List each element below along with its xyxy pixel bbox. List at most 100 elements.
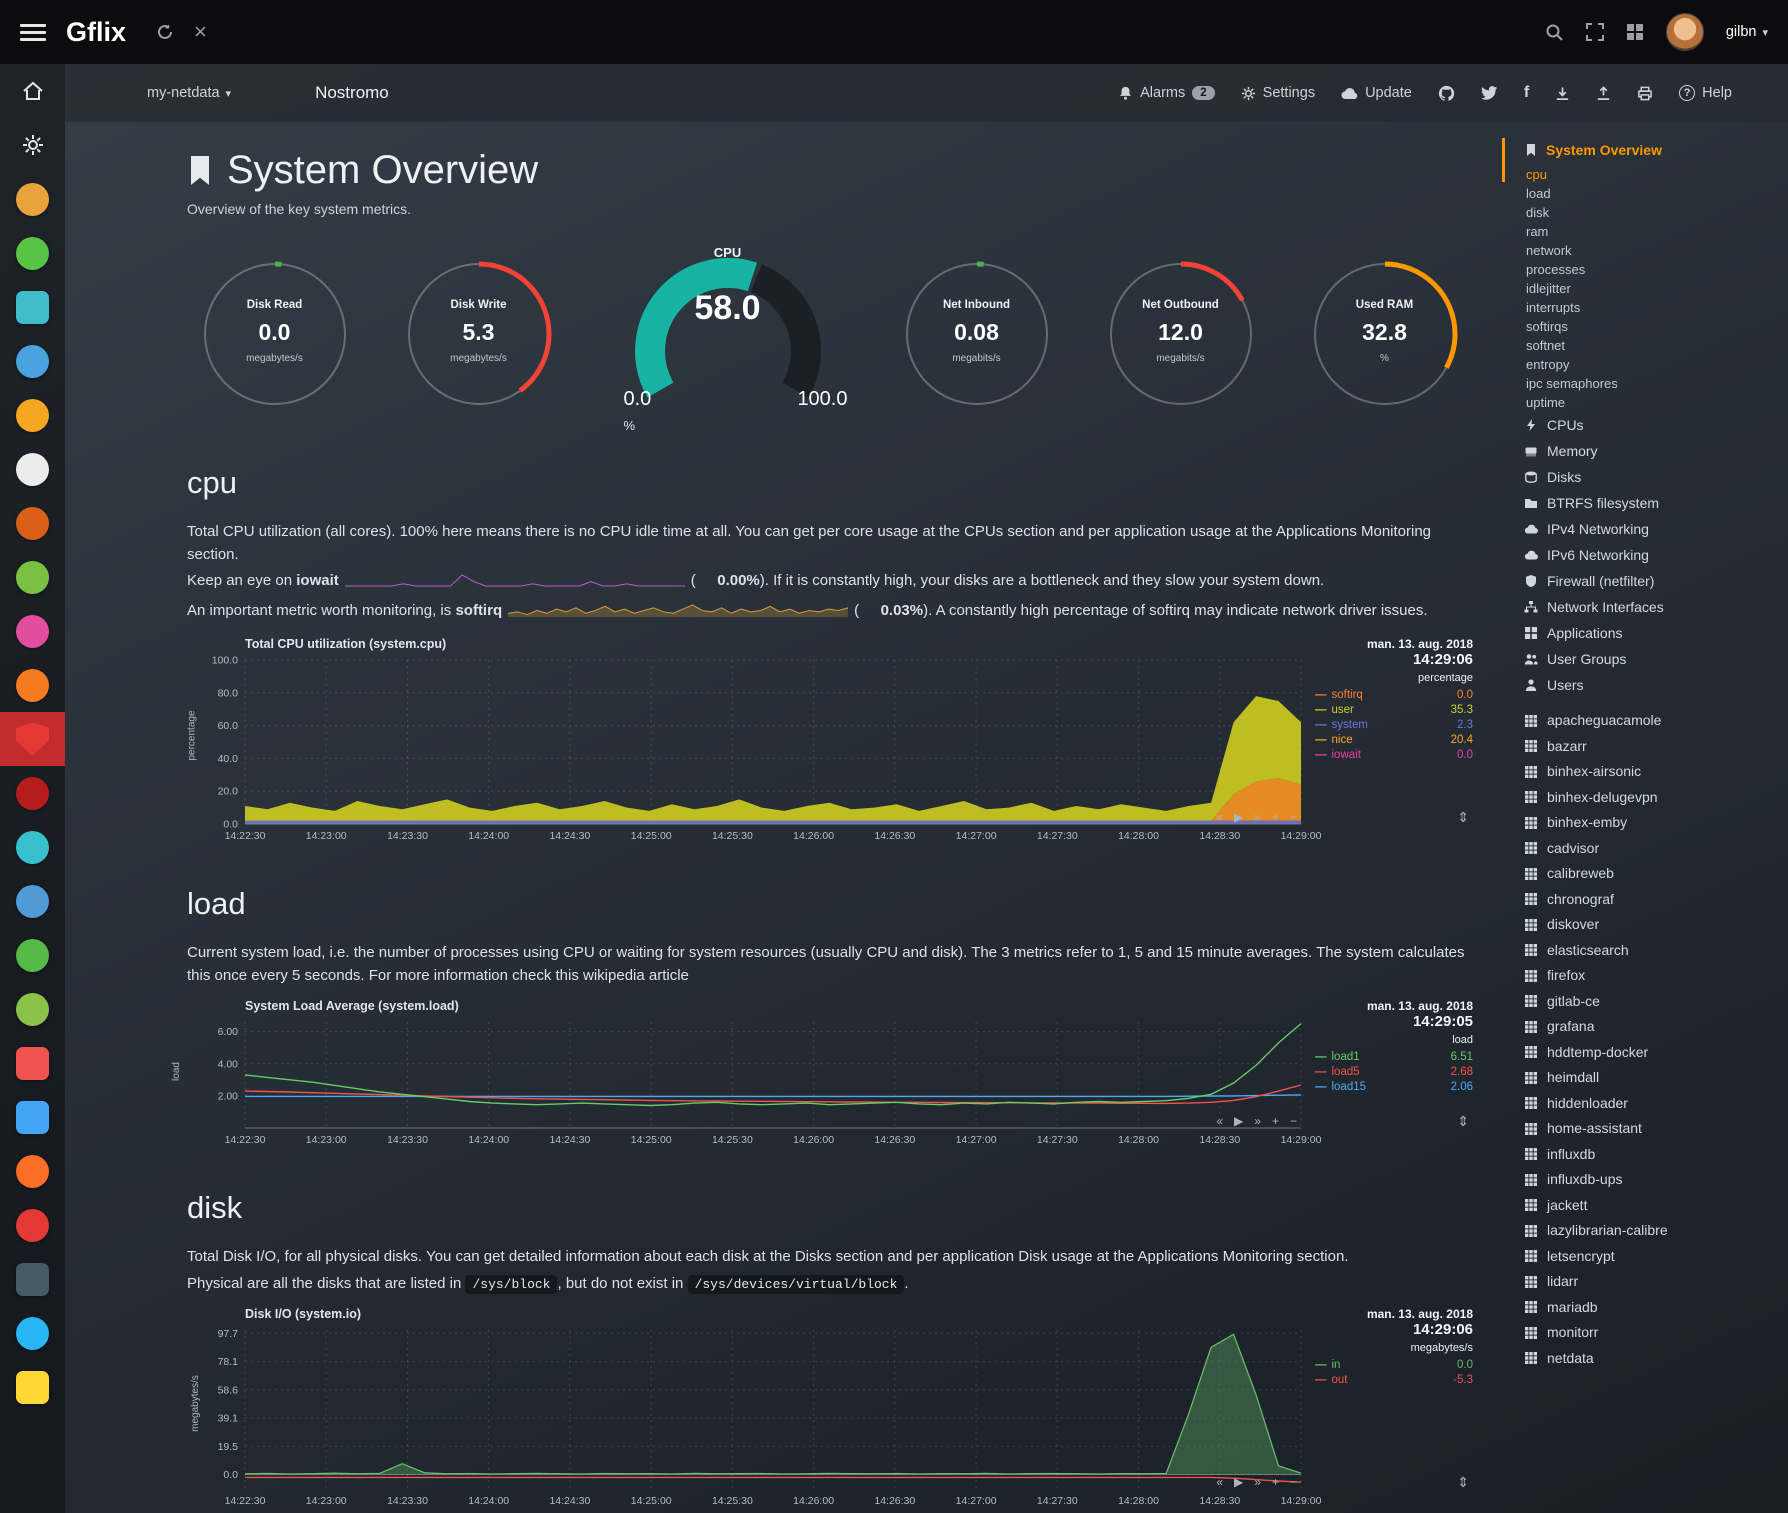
- menu-item-btrfs-filesystem[interactable]: BTRFS filesystem: [1524, 490, 1780, 516]
- legend-row[interactable]: —load16.51: [1315, 1050, 1473, 1065]
- play-button[interactable]: ▶: [1234, 810, 1243, 824]
- menu-item-home-assistant[interactable]: home-assistant: [1524, 1116, 1780, 1142]
- server-dropdown[interactable]: my-netdata▾: [147, 85, 231, 101]
- menu-item-netdata[interactable]: netdata: [1524, 1346, 1780, 1372]
- app-shortcut-icon[interactable]: [0, 1144, 65, 1198]
- menu-item-binhex-delugevpn[interactable]: binhex-delugevpn: [1524, 785, 1780, 811]
- menu-subitem-ram[interactable]: ram: [1524, 222, 1780, 241]
- menu-item-disks[interactable]: Disks: [1524, 464, 1780, 490]
- search-icon[interactable]: [1545, 23, 1564, 42]
- nav-update[interactable]: Update: [1341, 85, 1412, 101]
- app-shortcut-icon[interactable]: [0, 604, 65, 658]
- menu-item-monitorr[interactable]: monitorr: [1524, 1320, 1780, 1346]
- app-shortcut-icon[interactable]: [0, 550, 65, 604]
- app-shortcut-icon[interactable]: [0, 982, 65, 1036]
- menu-item-binhex-emby[interactable]: binhex-emby: [1524, 810, 1780, 836]
- menu-item-hddtemp-docker[interactable]: hddtemp-docker: [1524, 1040, 1780, 1066]
- avatar[interactable]: [1666, 13, 1704, 51]
- menu-subitem-entropy[interactable]: entropy: [1524, 355, 1780, 374]
- app-shortcut-icon[interactable]: [0, 334, 65, 388]
- nav-alarms[interactable]: Alarms 2: [1118, 85, 1215, 101]
- pan-left-button[interactable]: «: [1216, 1475, 1223, 1489]
- app-shortcut-icon[interactable]: [0, 1198, 65, 1252]
- menu-subitem-softirqs[interactable]: softirqs: [1524, 317, 1780, 336]
- app-shortcut-icon[interactable]: [0, 280, 65, 334]
- menu-subitem-softnet[interactable]: softnet: [1524, 336, 1780, 355]
- github-icon[interactable]: [1438, 85, 1455, 102]
- menu-item-firewall-netfilter-[interactable]: Firewall (netfilter): [1524, 568, 1780, 594]
- chart-resize-handle[interactable]: ⇕: [1457, 1474, 1469, 1491]
- menu-item-letsencrypt[interactable]: letsencrypt: [1524, 1244, 1780, 1270]
- legend-row[interactable]: —user35.3: [1315, 703, 1473, 718]
- zoom-out-button[interactable]: −: [1290, 1475, 1297, 1489]
- menu-item-users[interactable]: Users: [1524, 672, 1780, 698]
- app-shortcut-icon[interactable]: [0, 1036, 65, 1090]
- menu-item-lazylibrarian-calibre[interactable]: lazylibrarian-calibre: [1524, 1218, 1780, 1244]
- legend-row[interactable]: —iowait0.0: [1315, 748, 1473, 763]
- menu-item-chronograf[interactable]: chronograf: [1524, 887, 1780, 913]
- menu-item-memory[interactable]: Memory: [1524, 438, 1780, 464]
- zoom-out-button[interactable]: −: [1290, 1114, 1297, 1128]
- play-button[interactable]: ▶: [1234, 1114, 1243, 1128]
- zoom-out-button[interactable]: −: [1290, 810, 1297, 824]
- chart-resize-handle[interactable]: ⇕: [1457, 809, 1469, 826]
- menu-item-binhex-airsonic[interactable]: binhex-airsonic: [1524, 759, 1780, 785]
- menu-subitem-interrupts[interactable]: interrupts: [1524, 298, 1780, 317]
- chart-resize-handle[interactable]: ⇕: [1457, 1113, 1469, 1130]
- upload-icon[interactable]: [1596, 86, 1611, 101]
- app-shortcut-icon[interactable]: [0, 1360, 65, 1414]
- chart-canvas[interactable]: 14:22:3014:23:0014:23:3014:24:0014:24:30…: [187, 654, 1307, 844]
- menu-subitem-idlejitter[interactable]: idlejitter: [1524, 279, 1780, 298]
- app-shortcut-icon[interactable]: [0, 1252, 65, 1306]
- menu-item-lidarr[interactable]: lidarr: [1524, 1269, 1780, 1295]
- app-shortcut-icon[interactable]: [0, 928, 65, 982]
- pan-left-button[interactable]: «: [1216, 810, 1223, 824]
- menu-item-bazarr[interactable]: bazarr: [1524, 734, 1780, 760]
- menu-item-network-interfaces[interactable]: Network Interfaces: [1524, 594, 1780, 620]
- home-icon[interactable]: [0, 64, 65, 118]
- app-shortcut-icon[interactable]: [0, 874, 65, 928]
- menu-item-heimdall[interactable]: heimdall: [1524, 1065, 1780, 1091]
- menu-item-influxdb[interactable]: influxdb: [1524, 1142, 1780, 1168]
- menu-item-user-groups[interactable]: User Groups: [1524, 646, 1780, 672]
- zoom-in-button[interactable]: +: [1272, 1475, 1279, 1489]
- menu-item-firefox[interactable]: firefox: [1524, 963, 1780, 989]
- legend-row[interactable]: —load52.68: [1315, 1065, 1473, 1080]
- menu-item-ipv4-networking[interactable]: IPv4 Networking: [1524, 516, 1780, 542]
- user-menu[interactable]: gilbn ▾: [1726, 24, 1768, 40]
- menu-item-gitlab-ce[interactable]: gitlab-ce: [1524, 989, 1780, 1015]
- menu-item-system-overview[interactable]: System Overview: [1524, 140, 1780, 165]
- app-shortcut-icon[interactable]: [0, 1090, 65, 1144]
- menu-item-cpus[interactable]: CPUs: [1524, 412, 1780, 438]
- app-shortcut-icon[interactable]: [0, 658, 65, 712]
- pan-right-button[interactable]: »: [1254, 1114, 1261, 1128]
- menu-item-jackett[interactable]: jackett: [1524, 1193, 1780, 1219]
- legend-row[interactable]: —load152.06: [1315, 1080, 1473, 1095]
- twitter-icon[interactable]: [1481, 86, 1498, 101]
- refresh-icon[interactable]: [156, 23, 174, 41]
- app-shortcut-icon[interactable]: [0, 496, 65, 550]
- pan-right-button[interactable]: »: [1254, 810, 1261, 824]
- menu-item-hiddenloader[interactable]: hiddenloader: [1524, 1091, 1780, 1117]
- menu-item-grafana[interactable]: grafana: [1524, 1014, 1780, 1040]
- nav-help[interactable]: ? Help: [1679, 85, 1732, 101]
- play-button[interactable]: ▶: [1234, 1475, 1243, 1489]
- fullscreen-icon[interactable]: [1586, 23, 1604, 41]
- legend-row[interactable]: —in0.0: [1315, 1358, 1473, 1373]
- app-shortcut-icon[interactable]: [0, 226, 65, 280]
- menu-item-applications[interactable]: Applications: [1524, 620, 1780, 646]
- menu-icon[interactable]: [20, 20, 46, 45]
- menu-item-cadvisor[interactable]: cadvisor: [1524, 836, 1780, 862]
- menu-item-elasticsearch[interactable]: elasticsearch: [1524, 938, 1780, 964]
- chart-canvas[interactable]: 14:22:3014:23:0014:23:3014:24:0014:24:30…: [187, 1324, 1307, 1509]
- menu-subitem-uptime[interactable]: uptime: [1524, 393, 1780, 412]
- tabs-grid-icon[interactable]: [1626, 23, 1644, 41]
- app-shortcut-icon[interactable]: [0, 388, 65, 442]
- menu-item-influxdb-ups[interactable]: influxdb-ups: [1524, 1167, 1780, 1193]
- zoom-in-button[interactable]: +: [1272, 810, 1279, 824]
- app-shortcut-icon[interactable]: [0, 172, 65, 226]
- host-name[interactable]: Nostromo: [315, 83, 389, 103]
- legend-row[interactable]: —system2.3: [1315, 718, 1473, 733]
- menu-item-ipv6-networking[interactable]: IPv6 Networking: [1524, 542, 1780, 568]
- pan-right-button[interactable]: »: [1254, 1475, 1261, 1489]
